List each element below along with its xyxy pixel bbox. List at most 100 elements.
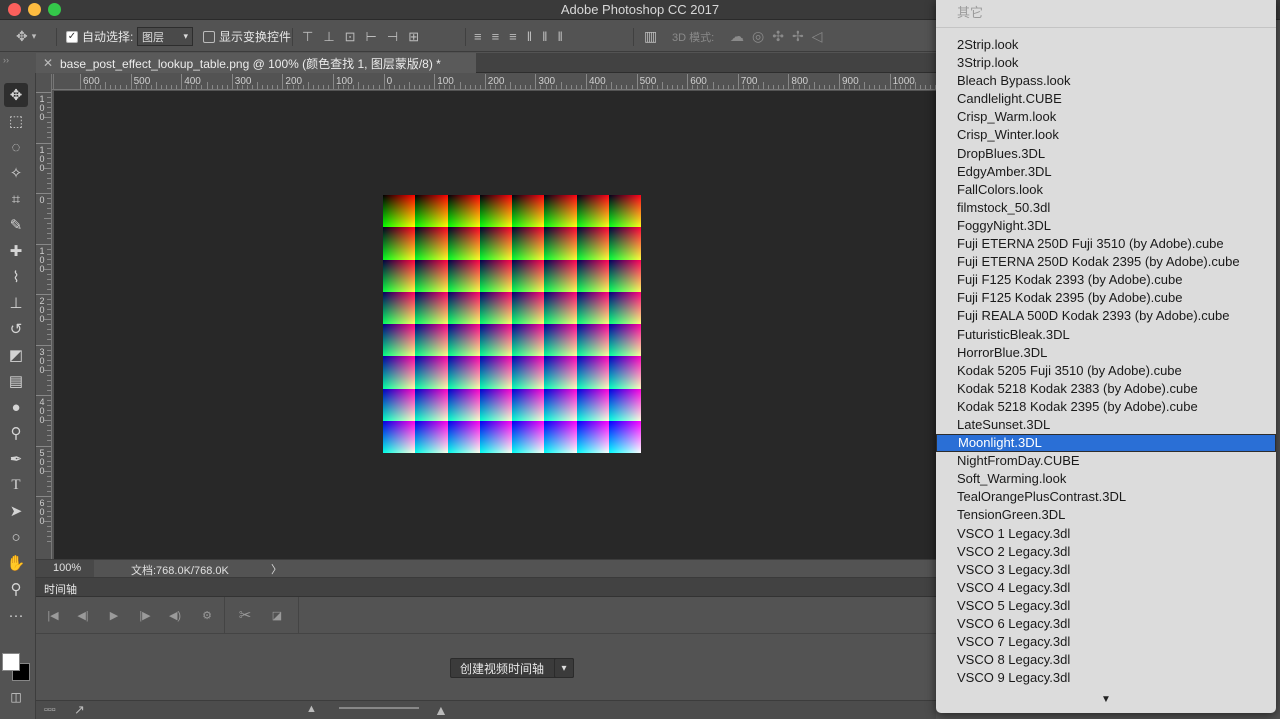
menu-item[interactable]: VSCO 6 Legacy.3dl — [936, 615, 1276, 633]
menu-item[interactable]: 2Strip.look — [936, 36, 1276, 54]
menu-item[interactable]: Soft_Warming.look — [936, 470, 1276, 488]
foreground-color-swatch[interactable] — [2, 653, 20, 671]
first-frame-icon[interactable]: |◀ — [42, 604, 64, 626]
dodge-tool-icon[interactable]: ⚲ — [4, 421, 28, 445]
ellipse-tool-icon[interactable]: ○ — [4, 525, 28, 549]
menu-item[interactable]: Fuji F125 Kodak 2393 (by Adobe).cube — [936, 271, 1276, 289]
ruler-minor-tick — [641, 85, 643, 89]
magic-wand-tool-icon[interactable]: ✧ — [4, 161, 28, 185]
menu-item[interactable]: LateSunset.3DL — [936, 416, 1276, 434]
move-tool-preset-icon[interactable]: ✥ ▾ — [16, 21, 36, 52]
menu-item[interactable]: Kodak 5218 Kodak 2395 (by Adobe).cube — [936, 398, 1276, 416]
zoom-in-mountain-icon[interactable]: ▲ — [434, 702, 448, 718]
previous-frame-icon[interactable]: ◀| — [72, 604, 94, 626]
more-tools-icon[interactable]: ··· — [4, 603, 28, 627]
auto-align-icon[interactable]: ▥ — [644, 21, 657, 52]
status-menu-arrow[interactable]: 〉 — [271, 561, 282, 577]
menu-item[interactable]: Candlelight.CUBE — [936, 90, 1276, 108]
brush-tool-icon[interactable]: ⌇ — [4, 265, 28, 289]
menu-item[interactable]: Crisp_Warm.look — [936, 108, 1276, 126]
eyedropper-tool-icon[interactable]: ✎ — [4, 213, 28, 237]
hand-tool-icon[interactable]: ✋ — [4, 551, 28, 575]
lut-tile — [512, 227, 545, 260]
menu-item[interactable]: filmstock_50.3dl — [936, 199, 1276, 217]
show-transform-checkbox[interactable] — [203, 30, 215, 43]
menu-item[interactable]: FuturisticBleak.3DL — [936, 326, 1276, 344]
menu-item[interactable]: VSCO 2 Legacy.3dl — [936, 543, 1276, 561]
panel-collapse-icon[interactable]: ›› — [0, 53, 36, 73]
transition-icon[interactable]: ◪ — [266, 604, 288, 626]
lasso-tool-icon[interactable]: ◌ — [4, 135, 28, 159]
menu-item[interactable]: 3Strip.look — [936, 54, 1276, 72]
color-lookup-dropdown-menu[interactable]: 其它 2Strip.look 3Strip.look Bleach Bypass.l… — [936, 0, 1276, 713]
vertical-ruler[interactable]: 1 0 01 0 001 0 02 0 03 0 04 0 05 0 06 0 … — [36, 74, 52, 560]
menu-item[interactable]: VSCO 8 Legacy.3dl — [936, 651, 1276, 669]
menu-item[interactable]: Bleach Bypass.look — [936, 72, 1276, 90]
menu-item[interactable]: VSCO 4 Legacy.3dl — [936, 579, 1276, 597]
pen-tool-icon[interactable]: ✒ — [4, 447, 28, 471]
menu-item[interactable]: Fuji ETERNA 250D Kodak 2395 (by Adobe).c… — [936, 253, 1276, 271]
ruler-minor-tick — [47, 248, 51, 250]
menu-item[interactable]: VSCO 7 Legacy.3dl — [936, 633, 1276, 651]
menu-item[interactable]: TealOrangePlusContrast.3DL — [936, 488, 1276, 506]
path-selection-tool-icon[interactable]: ➤ — [4, 499, 28, 523]
scroll-down-arrow-icon[interactable]: ▼ — [936, 694, 1276, 705]
crop-tool-icon[interactable]: ⌗ — [4, 187, 28, 211]
distribute-icons[interactable]: ≡≡≡‖‖‖ — [474, 21, 573, 52]
play-icon[interactable]: ▶ — [103, 604, 125, 626]
document-tab[interactable]: ✕ base_post_effect_lookup_table.png @ 10… — [36, 53, 476, 73]
menu-item[interactable]: VSCO 3 Legacy.3dl — [936, 561, 1276, 579]
eraser-tool-icon[interactable]: ◩ — [4, 343, 28, 367]
menu-item[interactable]: TensionGreen.3DL — [936, 506, 1276, 524]
menu-item[interactable]: HorrorBlue.3DL — [936, 344, 1276, 362]
menu-item[interactable]: VSCO 5 Legacy.3dl — [936, 597, 1276, 615]
blur-tool-icon[interactable]: ● — [4, 395, 28, 419]
gradient-tool-icon[interactable]: ▤ — [4, 369, 28, 393]
menu-item[interactable]: FallColors.look — [936, 181, 1276, 199]
ruler-minor-tick — [682, 85, 684, 89]
move-tool-icon[interactable]: ✥ — [4, 83, 28, 107]
frame-mode-icon[interactable]: ▫▫▫ — [44, 704, 56, 716]
menu-item[interactable]: DropBlues.3DL — [936, 145, 1276, 163]
type-tool-icon[interactable]: T — [4, 473, 28, 497]
quick-mask-icon[interactable]: ◫ — [4, 685, 28, 709]
menu-item[interactable]: Kodak 5205 Fuji 3510 (by Adobe).cube — [936, 362, 1276, 380]
marquee-tool-icon[interactable]: ⬚ — [4, 109, 28, 133]
menu-item[interactable]: NightFromDay.CUBE — [936, 452, 1276, 470]
ruler-minor-tick — [211, 85, 213, 89]
close-tab-icon[interactable]: ✕ — [36, 56, 60, 70]
ruler-minor-tick — [47, 485, 51, 487]
timeline-zoom-slider[interactable] — [339, 707, 419, 709]
3d-mode-icons[interactable]: ☁◎✣✢◁ — [730, 21, 830, 52]
auto-select-checkbox[interactable]: ✓ — [66, 30, 78, 43]
ruler-minor-tick — [793, 85, 795, 89]
menu-item[interactable]: Crisp_Winter.look — [936, 126, 1276, 144]
zoom-level[interactable]: 100% — [36, 560, 94, 577]
menu-item[interactable]: FoggyNight.3DL — [936, 217, 1276, 235]
history-brush-tool-icon[interactable]: ↺ — [4, 317, 28, 341]
menu-item[interactable]: Kodak 5218 Kodak 2383 (by Adobe).cube — [936, 380, 1276, 398]
clone-stamp-tool-icon[interactable]: ⊥ — [4, 291, 28, 315]
timeline-tab[interactable]: 时间轴 — [36, 578, 936, 597]
menu-item[interactable]: Fuji F125 Kodak 2395 (by Adobe).cube — [936, 289, 1276, 307]
menu-item[interactable]: VSCO 9 Legacy.3dl — [936, 669, 1276, 687]
zoom-out-mountain-icon[interactable]: ▲ — [306, 703, 317, 715]
settings-gear-icon[interactable]: ⚙ — [196, 604, 218, 626]
ruler-minor-tick — [47, 263, 51, 265]
align-icons[interactable]: ⊤⊥⊡⊢⊣⊞ — [302, 21, 429, 52]
menu-item[interactable]: VSCO 1 Legacy.3dl — [936, 525, 1276, 543]
menu-item[interactable]: Fuji REALA 500D Kodak 2393 (by Adobe).cu… — [936, 307, 1276, 325]
menu-item[interactable]: Moonlight.3DL — [936, 434, 1276, 453]
healing-brush-tool-icon[interactable]: ✚ — [4, 239, 28, 263]
next-frame-icon[interactable]: |▶ — [134, 604, 156, 626]
menu-item[interactable]: Fuji ETERNA 250D Fuji 3510 (by Adobe).cu… — [936, 235, 1276, 253]
menu-item[interactable]: EdgyAmber.3DL — [936, 163, 1276, 181]
timeline-type-dropdown[interactable]: ▾ — [554, 658, 574, 678]
horizontal-ruler[interactable]: 600 500 400 300 200 100 0 100 200 300 400 500 600 700… — [54, 74, 936, 90]
auto-select-target-dropdown[interactable]: 图层 ▾ — [137, 27, 193, 46]
zoom-tool-icon[interactable]: ⚲ — [4, 577, 28, 601]
ruler-minor-tick — [712, 82, 714, 89]
audio-icon[interactable]: ◀) — [164, 604, 186, 626]
split-scissors-icon[interactable]: ✂ — [234, 604, 256, 626]
convert-icon[interactable]: ↗ — [74, 702, 85, 718]
